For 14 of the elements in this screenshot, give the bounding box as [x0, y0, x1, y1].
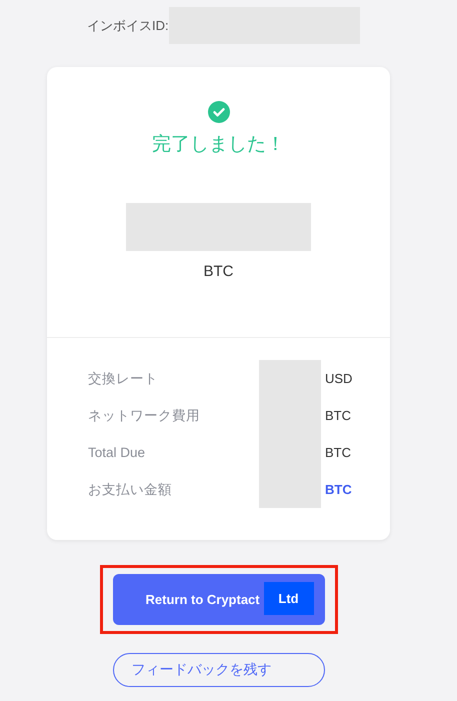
badge: Ltd [264, 582, 314, 615]
return-button[interactable]: Return to Cryptact Ltd [112, 574, 324, 625]
unit-label: BTC [324, 444, 352, 462]
unit-label: BTC [324, 407, 352, 425]
success-title: 完了しました！ [152, 133, 285, 157]
unit-label: BTC [324, 481, 353, 499]
detail-label: お支払い金額 [88, 480, 173, 498]
feedback-button[interactable]: フィードバックを残す [112, 653, 324, 687]
detail-label: Total Due [88, 444, 146, 462]
invoice-label: インボイスID: [87, 16, 169, 34]
unit-label: USD [324, 370, 354, 388]
detail-label: 交換レート [88, 370, 159, 388]
currency-label: BTC [204, 263, 234, 280]
detail-label: ネットワーク費用 [88, 406, 201, 424]
